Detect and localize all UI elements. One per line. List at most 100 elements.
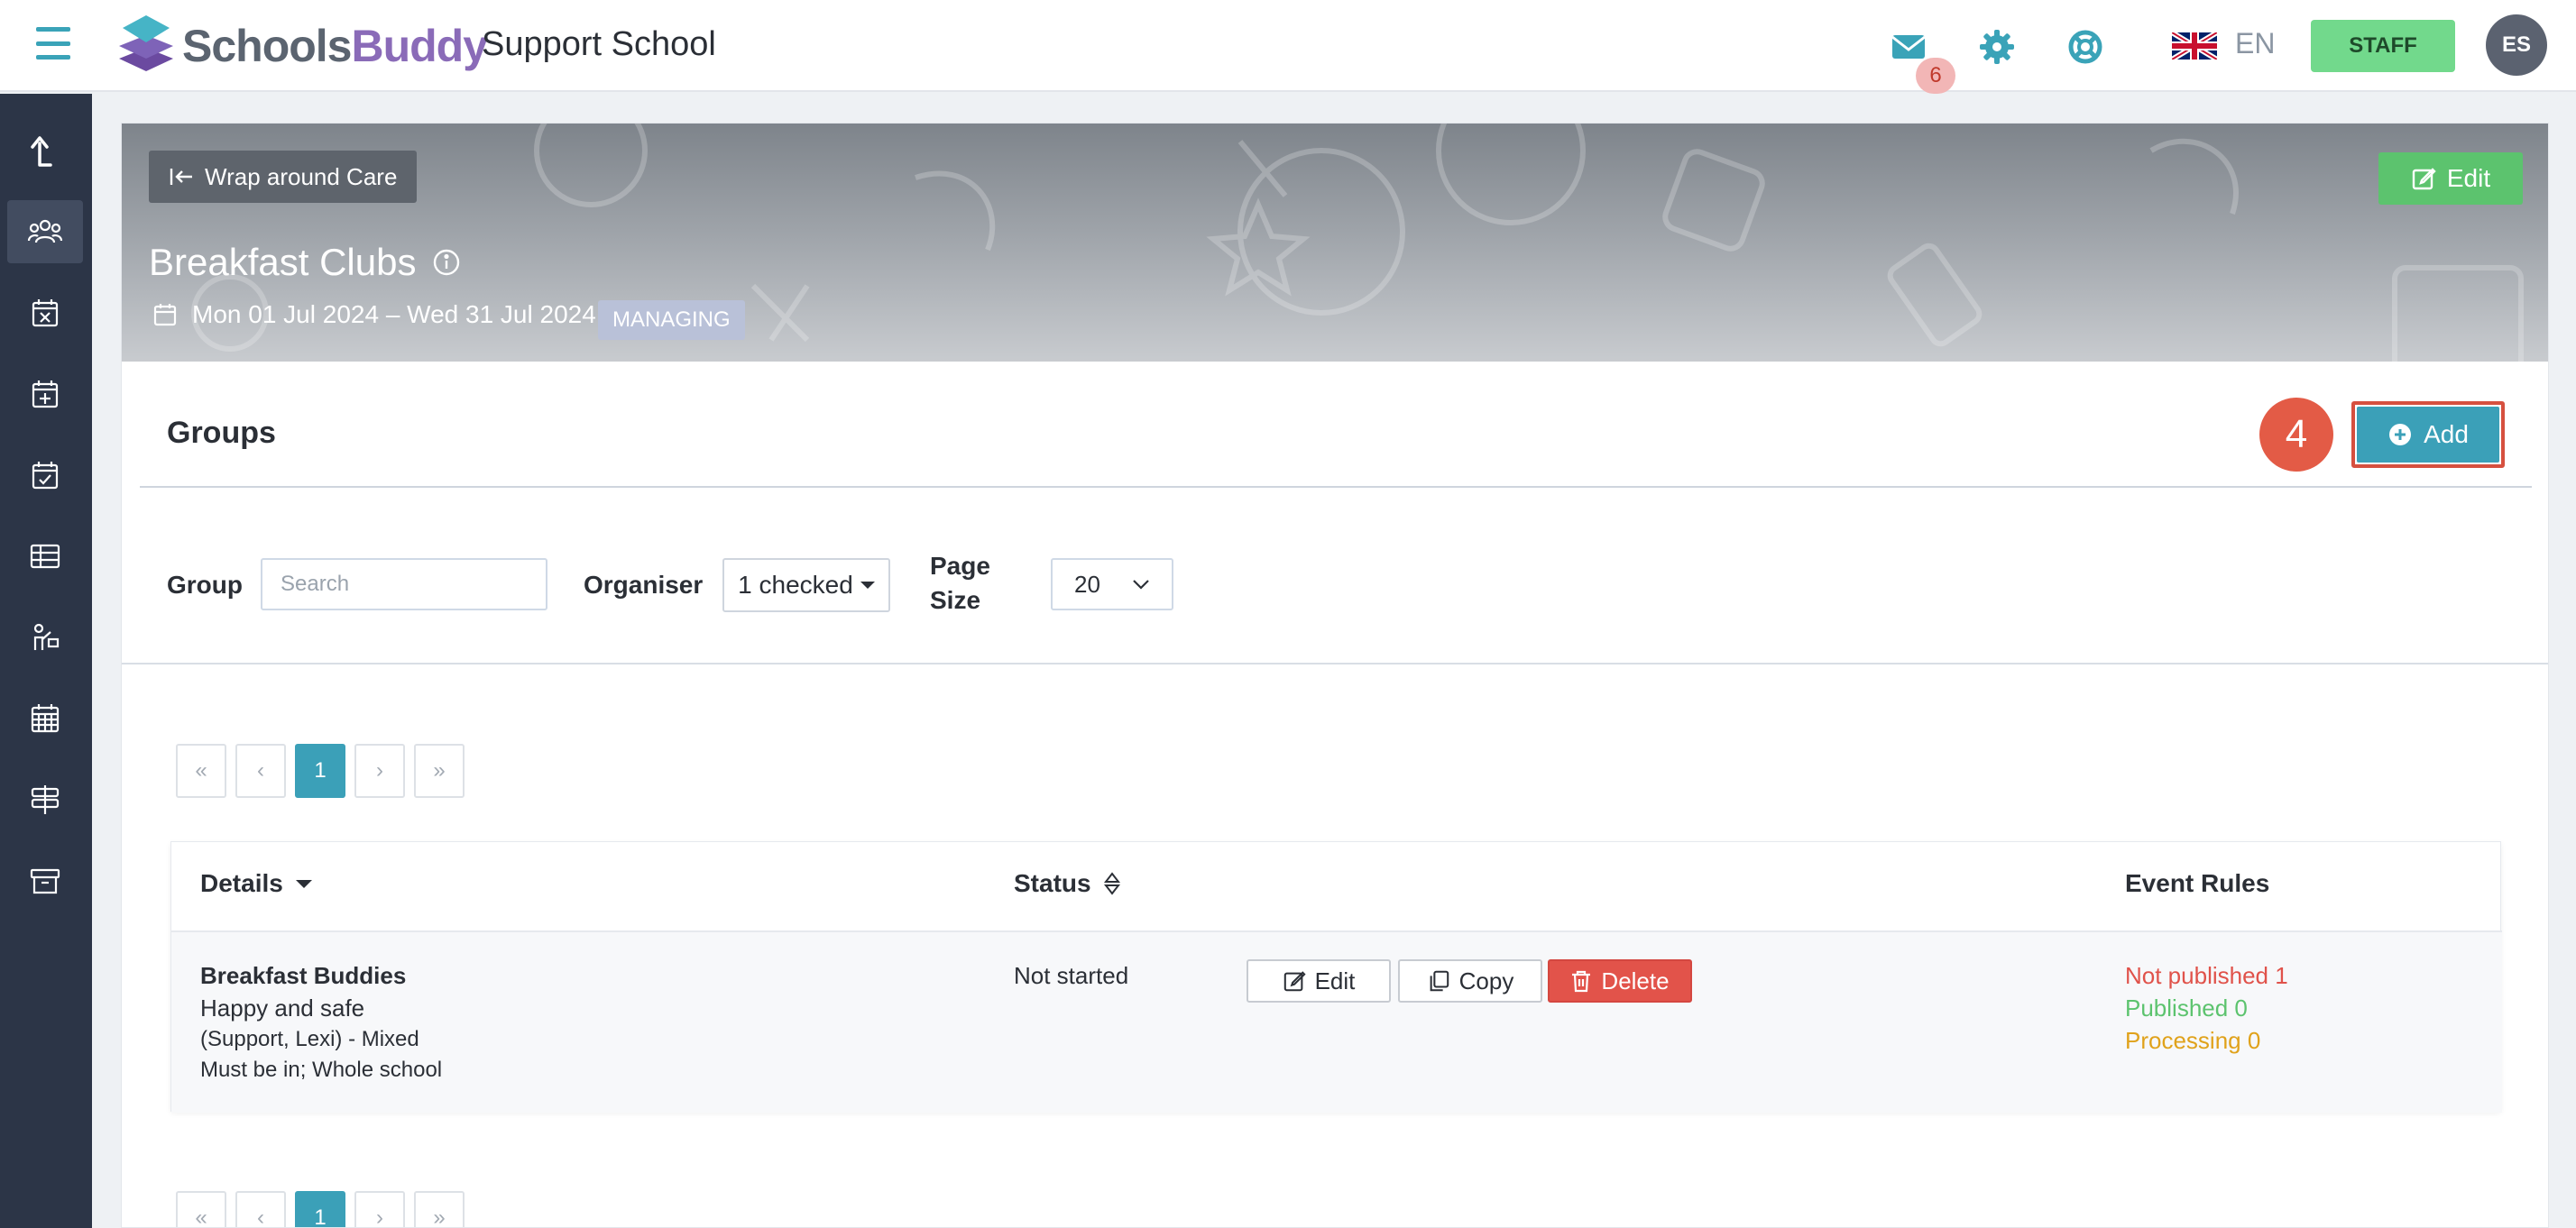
top-bar: SchoolsBuddy Support School 6 EN STAFF E… — [0, 0, 2576, 94]
pagination-last[interactable]: » — [414, 1191, 465, 1227]
pagination-last[interactable]: » — [414, 744, 465, 798]
pagination-page-current[interactable]: 1 — [295, 744, 345, 798]
gear-icon[interactable] — [1977, 27, 2017, 67]
sidebar-item-exit[interactable] — [7, 119, 83, 182]
rule-not-published[interactable]: Not published 1 — [2125, 959, 2288, 992]
section-title-groups: Groups — [167, 416, 276, 450]
add-button-highlight: Add — [2351, 401, 2505, 468]
rule-published[interactable]: Published 0 — [2125, 992, 2288, 1024]
pagination-next[interactable]: › — [354, 744, 405, 798]
rule-processing[interactable]: Processing 0 — [2125, 1024, 2288, 1057]
activity-header: Wrap around Care Edit Breakfast Clubs Mo… — [122, 124, 2548, 362]
help-lifebuoy-icon[interactable] — [2065, 27, 2105, 67]
edit-activity-button[interactable]: Edit — [2378, 152, 2523, 205]
back-button-label: Wrap around Care — [205, 162, 398, 190]
group-requirement: Must be in; Whole school — [200, 1058, 443, 1082]
pagination-prev[interactable]: ‹ — [235, 744, 286, 798]
sort-icon — [1103, 872, 1120, 895]
edit-icon — [1283, 971, 1306, 992]
pagination-top: « ‹ 1 › » — [176, 744, 465, 798]
edit-activity-label: Edit — [2446, 164, 2491, 192]
row-status: Not started — [1014, 962, 1129, 989]
back-arrow-icon — [170, 169, 192, 185]
column-header-status[interactable]: Status — [1014, 869, 1120, 898]
caret-down-icon — [860, 582, 875, 589]
sidebar-item-teacher[interactable] — [7, 606, 83, 669]
pagination-first[interactable]: « — [176, 744, 226, 798]
pagination-bottom: « ‹ 1 › » — [176, 1191, 465, 1227]
logo-text-buddy: Buddy — [351, 21, 488, 71]
pagination-prev[interactable]: ‹ — [235, 1191, 286, 1227]
sidebar-item-signpost[interactable] — [7, 768, 83, 831]
logo-icon — [119, 15, 173, 71]
logo[interactable]: SchoolsBuddy — [115, 11, 488, 81]
row-details: Breakfast Buddies Happy and safe (Suppor… — [200, 959, 442, 1086]
plus-circle-icon — [2389, 424, 2412, 445]
add-group-button[interactable]: Add — [2357, 407, 2499, 463]
chevron-down-icon — [1133, 580, 1149, 590]
divider — [122, 663, 2548, 664]
staff-button[interactable]: STAFF — [2311, 20, 2455, 72]
sidebar-item-table[interactable] — [7, 525, 83, 588]
sidebar — [0, 94, 92, 1228]
group-organiser: (Support, Lexi) - Mixed — [200, 1027, 419, 1051]
organiser-dropdown-value: 1 checked — [738, 571, 853, 599]
sidebar-item-calendar-check[interactable] — [7, 444, 83, 507]
row-copy-button[interactable]: Copy — [1398, 959, 1542, 1003]
edit-icon — [2412, 168, 2436, 190]
pagination-page-current[interactable]: 1 — [295, 1191, 345, 1227]
sidebar-item-archive[interactable] — [7, 849, 83, 912]
mail-count-badge: 6 — [1916, 58, 1955, 94]
column-header-details[interactable]: Details — [200, 869, 312, 898]
organiser-dropdown[interactable]: 1 checked — [722, 558, 890, 612]
logo-text-schools: Schools — [182, 21, 352, 71]
group-filter-label: Group — [167, 571, 243, 599]
page-size-label: Page Size — [930, 552, 990, 614]
uk-flag-icon[interactable] — [2172, 32, 2217, 60]
avatar[interactable]: ES — [2486, 14, 2547, 76]
row-delete-button[interactable]: Delete — [1548, 959, 1692, 1003]
exit-arrow-icon — [31, 136, 52, 167]
column-header-event-rules: Event Rules — [2125, 869, 2270, 897]
table-row: Breakfast Buddies Happy and safe (Suppor… — [171, 930, 2502, 1113]
calendar-x-icon — [32, 299, 59, 327]
row-event-rules: Not published 1 Published 0 Processing 0 — [2125, 959, 2288, 1057]
sidebar-item-timetable[interactable] — [7, 687, 83, 750]
organiser-filter-label: Organiser — [584, 571, 704, 599]
calendar-grid-icon — [31, 704, 60, 733]
activity-dates: Mon 01 Jul 2024 – Wed 31 Jul 2024 — [192, 300, 596, 328]
group-search-input[interactable] — [261, 558, 547, 610]
copy-icon — [1430, 970, 1449, 992]
table-icon — [30, 544, 60, 569]
pagination-next[interactable]: › — [354, 1191, 405, 1227]
managing-badge: MANAGING — [598, 300, 745, 340]
sidebar-item-calendar-cancel[interactable] — [7, 281, 83, 344]
info-icon[interactable] — [432, 248, 461, 277]
group-name[interactable]: Breakfast Buddies — [200, 959, 442, 992]
school-name: Support School — [482, 25, 716, 63]
archive-icon — [30, 868, 60, 894]
page-title: Breakfast Clubs — [149, 241, 417, 283]
group-description: Happy and safe — [200, 994, 365, 1022]
groups-table: Details Status Event Rules Breakfast Bud… — [170, 841, 2502, 1113]
main-panel: Wrap around Care Edit Breakfast Clubs Mo… — [121, 123, 2549, 1228]
calendar-plus-icon — [32, 380, 59, 408]
trash-icon — [1572, 970, 1591, 993]
calendar-icon — [153, 304, 177, 326]
language-selector[interactable]: EN — [2235, 27, 2275, 60]
page-size-value: 20 — [1074, 570, 1100, 598]
add-group-label: Add — [2424, 420, 2469, 448]
calendar-check-icon — [32, 462, 59, 490]
sort-desc-icon — [295, 880, 312, 888]
teacher-icon — [33, 623, 60, 650]
page-size-select[interactable]: 20 — [1051, 558, 1173, 610]
menu-icon[interactable] — [36, 27, 70, 60]
signpost-icon — [31, 785, 60, 814]
row-edit-button[interactable]: Edit — [1247, 959, 1391, 1003]
people-icon — [27, 219, 63, 243]
sidebar-item-groups[interactable] — [7, 200, 83, 263]
sidebar-item-calendar-add[interactable] — [7, 362, 83, 426]
back-button[interactable]: Wrap around Care — [149, 151, 418, 203]
divider — [140, 486, 2532, 488]
pagination-first[interactable]: « — [176, 1191, 226, 1227]
